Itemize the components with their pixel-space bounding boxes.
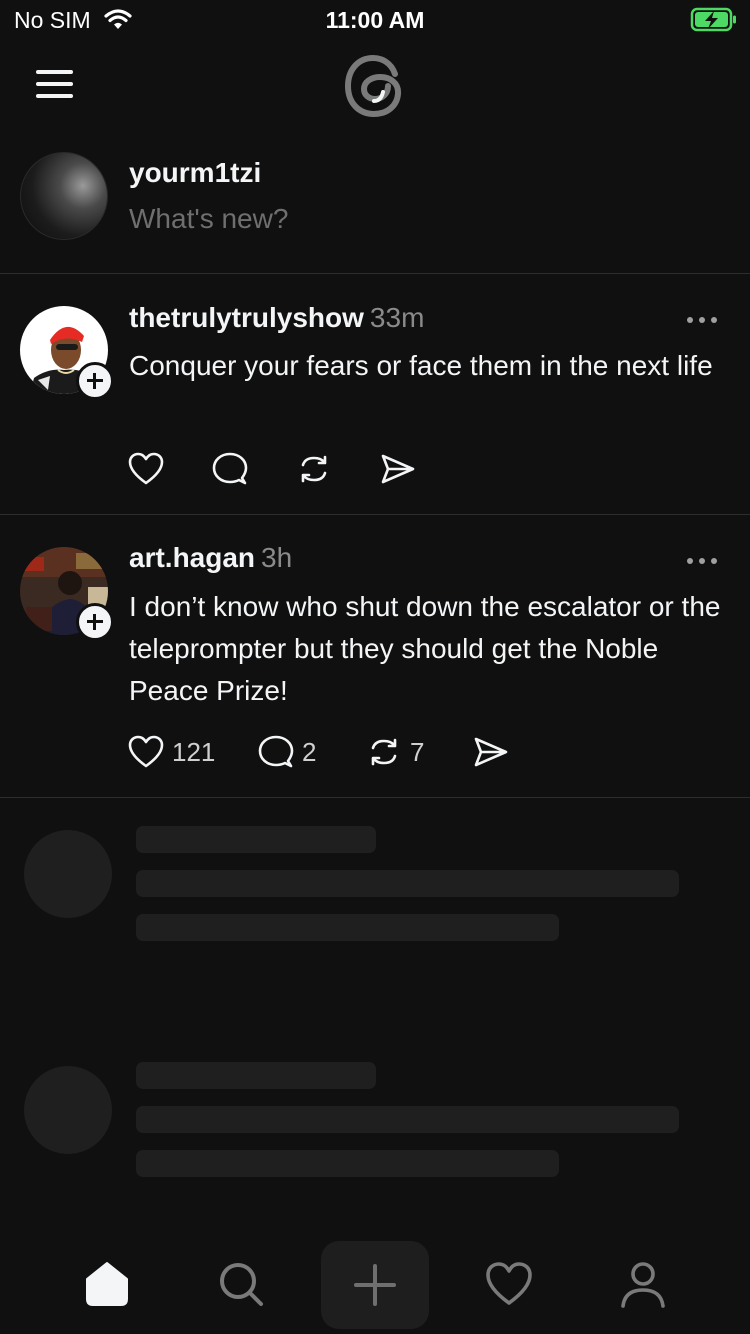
search-icon xyxy=(220,1263,263,1306)
repost-icon xyxy=(301,455,327,483)
skeleton-line xyxy=(136,870,679,897)
post-text: I don’t know who shut down the escalator… xyxy=(129,591,721,706)
repost-button[interactable]: 7 xyxy=(366,732,424,772)
new-thread-composer[interactable]: yourm1tzi What's new? xyxy=(0,140,750,274)
skeleton-avatar xyxy=(24,830,112,918)
composer-input[interactable]: What's new? xyxy=(129,203,288,235)
repost-button[interactable] xyxy=(296,449,340,489)
reply-button[interactable] xyxy=(212,449,256,489)
share-button[interactable] xyxy=(380,449,416,489)
like-button[interactable]: 121 xyxy=(128,732,215,772)
post-header: thetrulytrulyshow 33m xyxy=(129,302,424,334)
post-author[interactable]: thetrulytrulyshow xyxy=(129,302,364,333)
tab-search[interactable] xyxy=(191,1236,291,1332)
follow-button[interactable] xyxy=(76,603,114,641)
skeleton-line xyxy=(136,826,376,853)
skeleton-line xyxy=(136,1062,376,1089)
like-button[interactable] xyxy=(128,449,172,489)
home-icon xyxy=(86,1262,128,1306)
thread-post: art.hagan 3h I don’t know who shut down t… xyxy=(0,515,750,798)
status-bar: No SIM 11:00 AM xyxy=(0,0,750,40)
follow-button[interactable] xyxy=(76,362,114,400)
tab-activity[interactable] xyxy=(459,1236,559,1332)
comment-icon xyxy=(212,452,248,485)
post-time: 33m xyxy=(369,302,425,333)
like-count: 121 xyxy=(172,736,216,767)
tab-profile[interactable] xyxy=(593,1236,693,1332)
more-icon[interactable] xyxy=(685,558,719,566)
threads-logo-icon[interactable] xyxy=(343,52,407,120)
share-button[interactable] xyxy=(473,732,509,772)
reply-count: 2 xyxy=(302,736,317,767)
status-time: 11:00 AM xyxy=(325,7,425,33)
skeleton-line xyxy=(136,1150,559,1177)
post-author[interactable]: art.hagan xyxy=(129,542,255,573)
send-icon xyxy=(474,737,508,767)
heart-icon xyxy=(128,452,164,485)
avatar[interactable] xyxy=(20,152,108,240)
post-text: Conquer your fears or face them in the n… xyxy=(129,350,713,381)
heart-icon xyxy=(486,1262,532,1305)
top-nav xyxy=(0,40,750,140)
skeleton-line xyxy=(136,1106,679,1133)
reply-button[interactable]: 2 xyxy=(258,732,316,772)
repost-count: 7 xyxy=(410,736,425,767)
menu-icon[interactable] xyxy=(36,70,76,100)
comment-icon xyxy=(258,735,294,768)
repost-icon xyxy=(371,738,397,766)
thread-post: thetrulytrulyshow 33m Conquer your fears … xyxy=(0,274,750,515)
skeleton-line xyxy=(136,914,559,941)
composer-username: yourm1tzi xyxy=(129,157,262,188)
tab-home[interactable] xyxy=(57,1236,157,1332)
battery-charging-icon xyxy=(690,7,736,32)
tab-new-thread[interactable] xyxy=(321,1241,429,1329)
send-icon xyxy=(381,454,415,484)
post-time: 3h xyxy=(261,542,293,573)
tab-bar xyxy=(0,1236,750,1334)
plus-icon xyxy=(354,1264,396,1306)
skeleton-avatar xyxy=(24,1066,112,1154)
heart-icon xyxy=(128,735,164,768)
profile-icon xyxy=(621,1262,665,1308)
post-header: art.hagan 3h xyxy=(129,542,292,574)
more-icon[interactable] xyxy=(685,317,719,325)
